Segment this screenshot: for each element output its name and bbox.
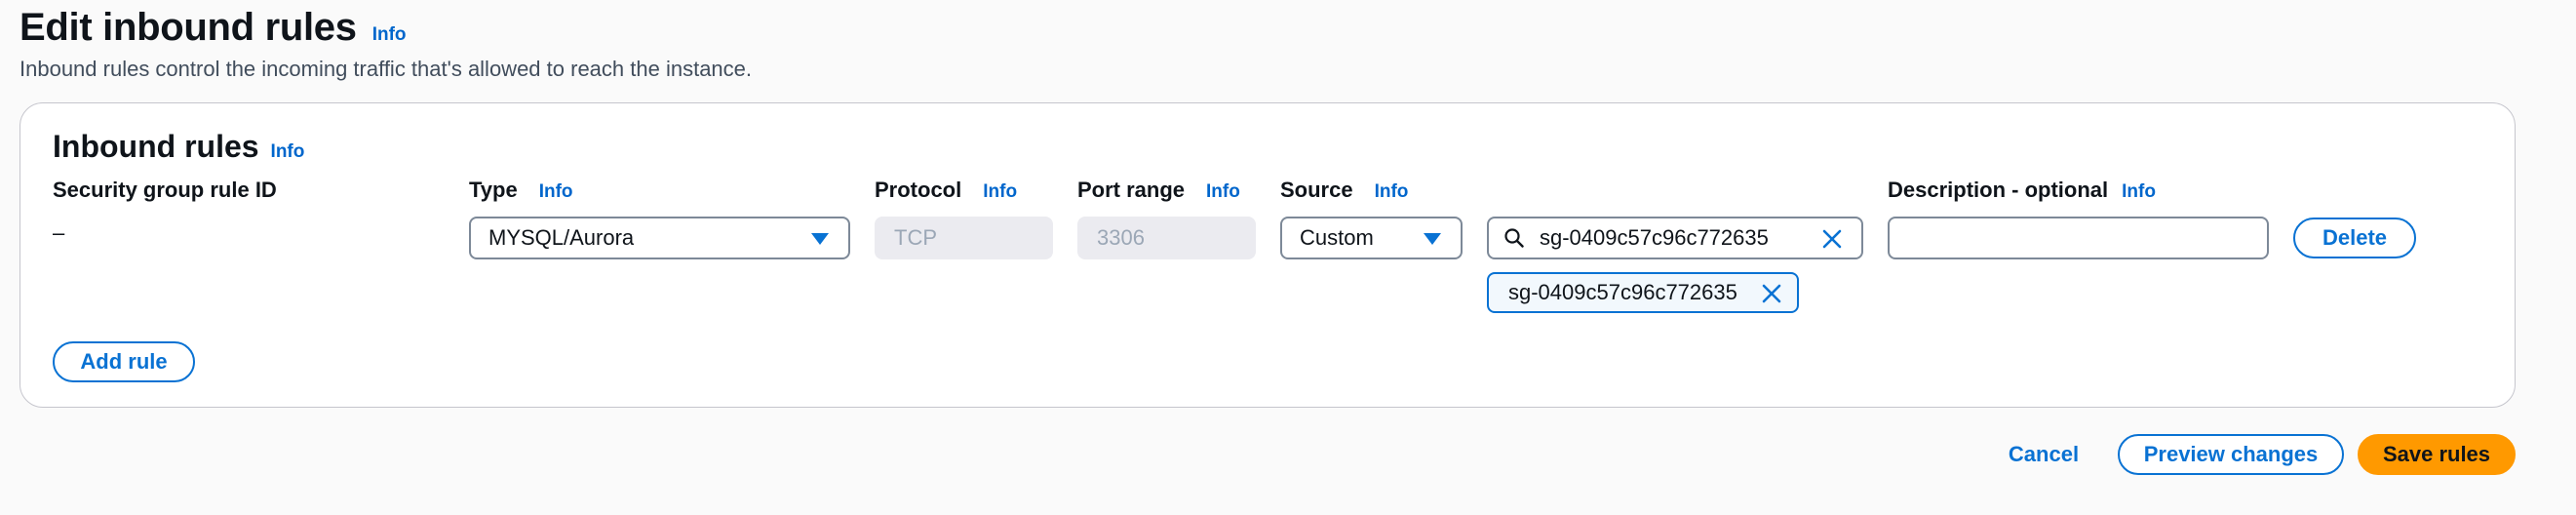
source-token: sg-0409c57c96c772635 [1487, 272, 1799, 313]
add-rule-button[interactable]: Add rule [53, 341, 195, 382]
page-description: Inbound rules control the incoming traff… [20, 57, 753, 81]
source-search-input[interactable]: sg-0409c57c96c772635 [1487, 217, 1863, 259]
type-label: Type [469, 178, 518, 202]
description-info-link[interactable]: Info [2122, 181, 2156, 203]
source-search-value: sg-0409c57c96c772635 [1540, 225, 1769, 250]
panel-info-link[interactable]: Info [271, 141, 305, 163]
port-range-info-link[interactable]: Info [1206, 181, 1240, 203]
protocol-label: Protocol [875, 178, 962, 202]
panel-title-row: Inbound rules Info [53, 129, 304, 165]
page-header: Edit inbound rules Info [20, 6, 407, 50]
page-title: Edit inbound rules [20, 6, 357, 49]
description-input[interactable] [1888, 217, 2269, 259]
column-label-type: Type Info [469, 178, 573, 203]
cancel-button[interactable]: Cancel [1995, 434, 2092, 475]
protocol-info-link[interactable]: Info [983, 181, 1017, 203]
panel-title: Inbound rules [53, 129, 259, 164]
source-token-label: sg-0409c57c96c772635 [1508, 280, 1737, 304]
description-label: Description - optional [1888, 178, 2109, 202]
type-select[interactable]: MYSQL/Aurora [469, 217, 850, 259]
type-info-link[interactable]: Info [539, 181, 573, 203]
column-label-protocol: Protocol Info [875, 178, 1017, 203]
column-label-source: Source Info [1280, 178, 1408, 203]
protocol-value: TCP [894, 225, 937, 250]
search-icon [1504, 228, 1524, 248]
page-info-link[interactable]: Info [372, 24, 407, 46]
port-range-field: 3306 [1077, 217, 1256, 259]
caret-down-icon [811, 233, 829, 245]
source-info-link[interactable]: Info [1375, 181, 1409, 203]
close-icon[interactable] [1820, 227, 1844, 251]
rule-id-label: Security group rule ID [53, 178, 277, 202]
preview-changes-button[interactable]: Preview changes [2118, 434, 2344, 475]
column-label-rule-id: Security group rule ID [53, 178, 277, 203]
rule-id-value: – [53, 220, 65, 245]
inbound-rules-panel: Inbound rules Info Security group rule I… [20, 102, 2516, 408]
source-select[interactable]: Custom [1280, 217, 1463, 259]
caret-down-icon [1424, 233, 1441, 245]
port-range-label: Port range [1077, 178, 1186, 202]
close-icon[interactable] [1760, 282, 1783, 305]
type-select-value: MYSQL/Aurora [488, 225, 635, 250]
delete-button[interactable]: Delete [2293, 218, 2416, 258]
column-label-description: Description - optional Info [1888, 178, 2156, 203]
page-title-row: Edit inbound rules Info [20, 6, 407, 50]
source-select-value: Custom [1300, 225, 1374, 250]
source-label: Source [1280, 178, 1353, 202]
port-range-value: 3306 [1097, 225, 1145, 250]
column-label-port-range: Port range Info [1077, 178, 1240, 203]
save-rules-button[interactable]: Save rules [2358, 434, 2516, 475]
protocol-field: TCP [875, 217, 1053, 259]
